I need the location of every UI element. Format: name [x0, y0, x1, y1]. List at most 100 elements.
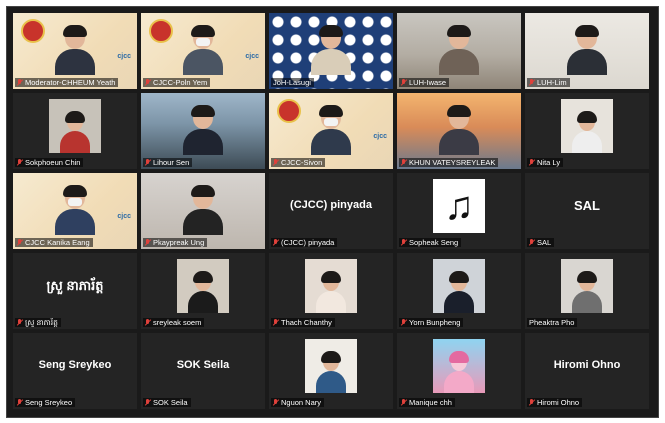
participant-name: Sopheak Seng [409, 238, 459, 247]
mic-muted-icon [529, 78, 535, 87]
event-logo-icon [149, 19, 173, 43]
mic-muted-icon [17, 238, 23, 247]
music-note-icon: ♫ [433, 179, 485, 233]
participant-tile[interactable]: cjcc CJCC Kanika Eang [13, 173, 137, 249]
cjcc-logo: cjcc [117, 213, 131, 220]
participant-profile-photo [305, 259, 357, 313]
participant-tile-camera-off[interactable]: SOK Seila SOK Seila [141, 333, 265, 409]
participant-tile[interactable]: LUH-Lim [525, 13, 649, 89]
participant-name-label: LUH-Iwase [399, 78, 450, 87]
participant-display-name: Seng Sreykeo [38, 359, 112, 371]
participant-name: Pheaktra Pho [529, 318, 575, 327]
participant-tile[interactable]: Thach Chanthy [269, 253, 393, 329]
participant-name: (CJCC) pinyada [281, 238, 335, 247]
event-logo-icon [21, 19, 45, 43]
participant-profile-photo [177, 259, 229, 313]
participant-video [567, 25, 607, 75]
participant-name: Lihour Sen [153, 158, 190, 167]
participant-tile-camera-off[interactable]: ស្រួ នាភារ័ត្ត ស្រួ នាភារ័ត្ត [13, 253, 137, 329]
participant-tile-camera-off[interactable]: SAL SAL [525, 173, 649, 249]
mic-muted-icon [401, 318, 407, 327]
participant-name: LUH-Iwase [409, 78, 447, 87]
participant-name-label: SOK Seila [143, 398, 191, 407]
participant-name: Hiromi Ohno [537, 398, 580, 407]
participant-name-label: Yorn Bunpheng [399, 318, 464, 327]
participant-name-label: Moderator-CHHEUM Yeath [15, 78, 119, 87]
mic-muted-icon [17, 158, 23, 167]
mic-muted-icon [145, 318, 151, 327]
participant-video [311, 25, 351, 75]
participant-name-label: LUH-Lim [527, 78, 570, 87]
mic-muted-icon [529, 398, 535, 407]
video-gallery-frame: cjcc Moderator-CHHEUM Yeath cjcc CJCC-Po… [6, 6, 659, 418]
participant-tile[interactable]: cjcc CJCC-Sivon [269, 93, 393, 169]
participant-name-label: CJCC-Sivon [271, 158, 326, 167]
mic-muted-icon [273, 398, 279, 407]
event-logo-icon [277, 99, 301, 123]
participant-tile[interactable]: Pheaktra Pho [525, 253, 649, 329]
mic-muted-icon [401, 238, 407, 247]
participant-name: Yorn Bunpheng [409, 318, 461, 327]
participant-video [311, 105, 351, 155]
participant-tile[interactable]: Lihour Sen [141, 93, 265, 169]
participant-name: sreyleak soem [153, 318, 202, 327]
participant-tile-camera-off[interactable]: (CJCC) pinyada (CJCC) pinyada [269, 173, 393, 249]
participant-tile-active-speaker[interactable]: JoH-Lasugi [269, 13, 393, 89]
participant-name-label: Nita Ly [527, 158, 564, 167]
mic-muted-icon [529, 158, 535, 167]
participant-name-label: Manique chh [399, 398, 455, 407]
participant-name: Pkaypreak Ung [153, 238, 205, 247]
mic-muted-icon [401, 158, 407, 167]
participant-name: ស្រួ នាភារ័ត្ត [25, 318, 58, 327]
participant-tile[interactable]: KHUN VATEYSREYLEAK [397, 93, 521, 169]
participant-name: KHUN VATEYSREYLEAK [409, 158, 496, 167]
participant-name: JoH-Lasugi [273, 78, 311, 87]
participant-tile-camera-off[interactable]: Hiromi Ohno Hiromi Ohno [525, 333, 649, 409]
participant-tile[interactable]: ♫ Sopheak Seng [397, 173, 521, 249]
participant-display-name: SAL [574, 198, 600, 213]
participant-name: SOK Seila [153, 398, 188, 407]
participant-profile-photo [49, 99, 101, 153]
mic-muted-icon [17, 318, 23, 327]
participant-name-label: Hiromi Ohno [527, 398, 583, 407]
participant-name: Seng Sreykeo [25, 398, 73, 407]
participant-name-label: Sokphoeun Chin [15, 158, 84, 167]
participant-display-name: (CJCC) pinyada [290, 199, 372, 211]
participant-name-label: Pheaktra Pho [527, 318, 578, 327]
participant-name: SAL [537, 238, 552, 247]
participant-profile-photo [433, 259, 485, 313]
participant-name: Nita Ly [537, 158, 561, 167]
participant-name-label: Thach Chanthy [271, 318, 335, 327]
participant-profile-photo [561, 99, 613, 153]
participant-tile[interactable]: LUH-Iwase [397, 13, 521, 89]
mic-muted-icon [145, 238, 151, 247]
participant-name-label: Seng Sreykeo [15, 398, 76, 407]
participant-profile-photo [561, 259, 613, 313]
participant-tile[interactable]: Sokphoeun Chin [13, 93, 137, 169]
mic-muted-icon [145, 158, 151, 167]
participant-tile[interactable]: Nguon Nary [269, 333, 393, 409]
mic-muted-icon [17, 78, 23, 87]
participant-profile-photo [433, 339, 485, 393]
participant-tile[interactable]: Nita Ly [525, 93, 649, 169]
mic-muted-icon [529, 238, 535, 247]
participant-tile[interactable]: cjcc Moderator-CHHEUM Yeath [13, 13, 137, 89]
participant-name: CJCC-Sivon [281, 158, 323, 167]
participant-name-label: ស្រួ នាភារ័ត្ត [15, 318, 61, 327]
participant-name-label: sreyleak soem [143, 318, 205, 327]
mic-muted-icon [273, 238, 279, 247]
participant-tile[interactable]: cjcc CJCC-Poln Yem [141, 13, 265, 89]
participant-tile[interactable]: Manique chh [397, 333, 521, 409]
participant-tile[interactable]: Pkaypreak Ung [141, 173, 265, 249]
participant-tile-camera-off[interactable]: Seng Sreykeo Seng Sreykeo [13, 333, 137, 409]
participant-name: CJCC-Poln Yem [153, 78, 208, 87]
mic-muted-icon [145, 78, 151, 87]
participant-tile[interactable]: Yorn Bunpheng [397, 253, 521, 329]
participant-tile[interactable]: sreyleak soem [141, 253, 265, 329]
participant-video [183, 105, 223, 155]
participant-name: LUH-Lim [537, 78, 567, 87]
participant-name-label: JoH-Lasugi [271, 78, 314, 87]
participant-name: Nguon Nary [281, 398, 322, 407]
participant-video [439, 105, 479, 155]
participant-name-label: Nguon Nary [271, 398, 325, 407]
